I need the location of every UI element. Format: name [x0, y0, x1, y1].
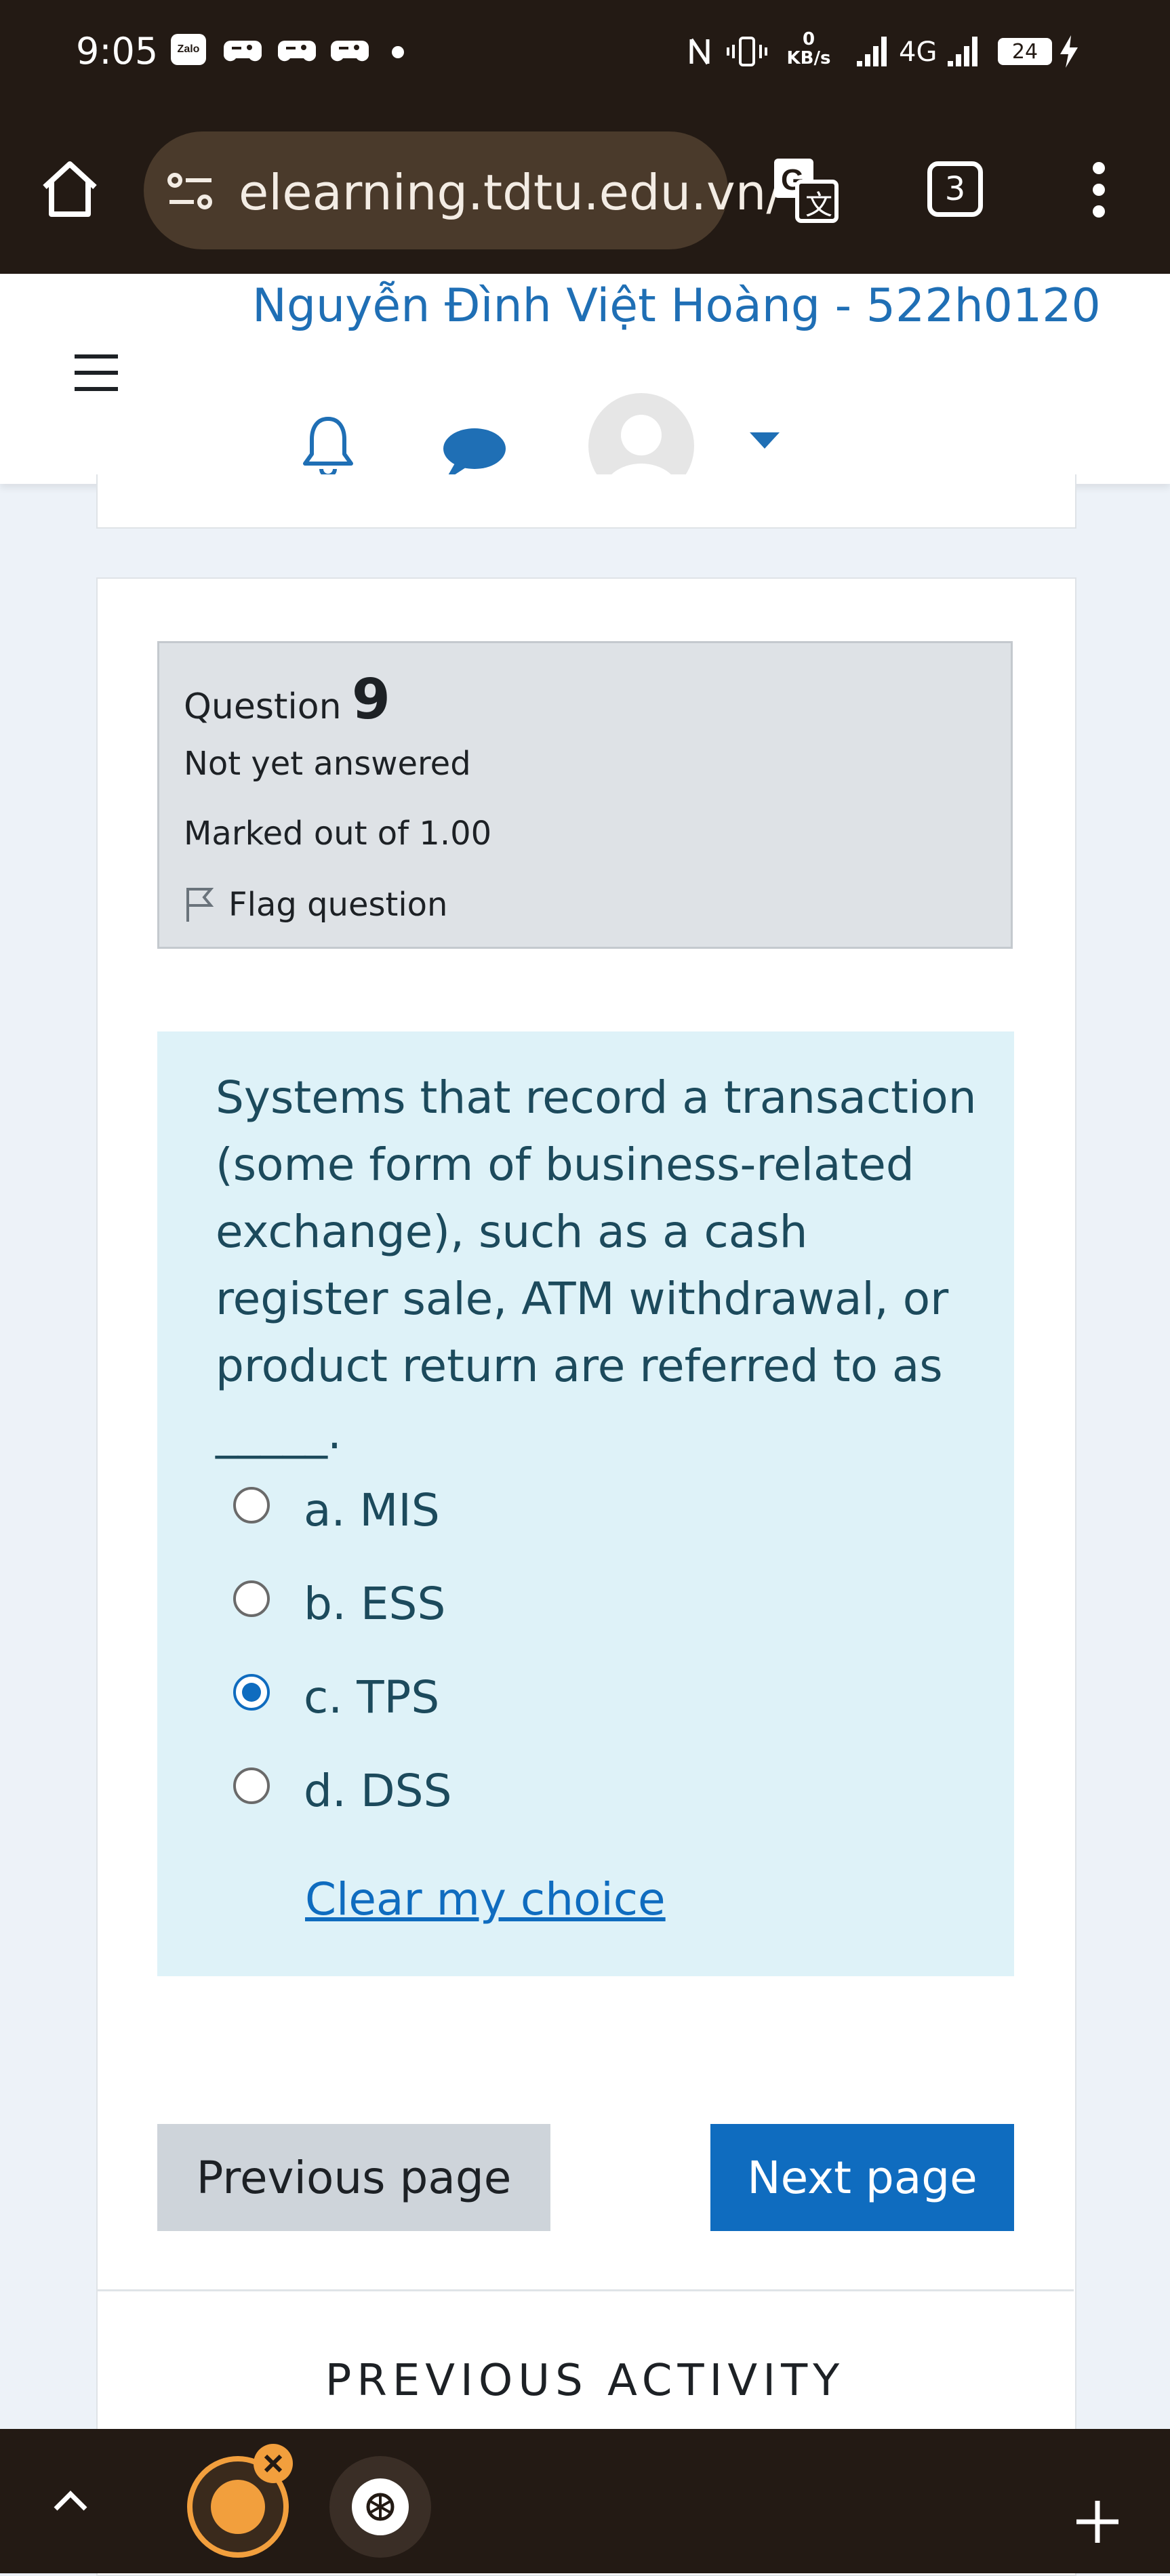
status-time: 9:05 — [76, 30, 159, 73]
moodle-logo-icon — [211, 2480, 265, 2534]
site-settings-icon[interactable] — [167, 171, 216, 211]
more-notifications-dot-icon — [392, 46, 404, 58]
chevron-up-icon[interactable] — [53, 2489, 88, 2512]
hamburger-menu-icon[interactable] — [73, 352, 121, 393]
signal-icon — [948, 37, 977, 66]
question-label: Question — [184, 687, 342, 727]
option-a-radio[interactable] — [233, 1487, 270, 1524]
chevron-down-icon[interactable] — [748, 430, 781, 450]
previous-page-button[interactable]: Previous page — [157, 2124, 550, 2231]
chatgpt-logo-icon — [352, 2478, 409, 2535]
game-controller-icon — [224, 41, 262, 62]
game-controller-icon — [278, 41, 316, 62]
next-page-button[interactable]: Next page — [710, 2124, 1014, 2231]
divider — [96, 2289, 1074, 2291]
user-name[interactable]: Nguyễn Đình Việt Hoàng - 522h0120 — [252, 279, 1101, 333]
flag-question-label: Flag question — [228, 886, 448, 924]
option-a-label[interactable]: a. MIS — [304, 1484, 440, 1536]
option-b-radio[interactable] — [233, 1580, 270, 1617]
nfc-icon — [689, 38, 710, 65]
plus-icon[interactable] — [1074, 2498, 1121, 2546]
translate-icon[interactable]: G文 — [771, 156, 839, 224]
option-b-label[interactable]: b. ESS — [304, 1578, 445, 1630]
charging-icon — [1060, 35, 1078, 68]
question-text: Systems that record a transaction (some … — [216, 1071, 977, 1459]
question-number: 9 — [351, 668, 390, 732]
previous-activity-heading[interactable]: PREVIOUS ACTIVITY — [96, 2356, 1074, 2406]
option-d-label[interactable]: d. DSS — [304, 1765, 451, 1817]
flag-icon — [186, 888, 214, 922]
flag-question-button[interactable]: Flag question — [184, 884, 447, 924]
option-d-radio[interactable] — [233, 1767, 270, 1804]
question-state: Not yet answered — [184, 745, 471, 783]
close-bubble-icon[interactable] — [254, 2444, 293, 2483]
browser-chrome: 9:05 Zalo 0 KB/s 4G 24 elearning.tdtu.ed… — [0, 0, 1170, 274]
tab-switcher-button[interactable]: 3 — [927, 161, 983, 217]
previous-card-edge — [96, 474, 1076, 529]
battery-icon: 24 — [998, 38, 1052, 65]
battery-level: 24 — [1011, 39, 1038, 64]
question-marks: Marked out of 1.00 — [184, 815, 492, 853]
question-info: Question 9 Not yet answered Marked out o… — [157, 641, 1013, 949]
bottom-toolbar — [0, 2429, 1170, 2573]
option-c-label[interactable]: c. TPS — [304, 1671, 439, 1723]
signal-icon — [857, 37, 887, 66]
notification-bell-icon[interactable] — [301, 415, 355, 477]
network-speed-value: 0 — [802, 29, 815, 49]
network-type: 4G — [899, 37, 937, 68]
chatgpt-app-icon[interactable] — [329, 2456, 431, 2558]
tab-count: 3 — [944, 170, 966, 208]
url-text[interactable]: elearning.tdtu.edu.vn/ — [239, 164, 783, 221]
zalo-icon: Zalo — [171, 34, 206, 65]
question-number-line: Question 9 — [184, 668, 390, 732]
clear-choice-link[interactable]: Clear my choice — [305, 1873, 666, 1925]
svg-text:文: 文 — [805, 190, 832, 220]
close-icon — [264, 2454, 283, 2473]
network-speed-unit: KB/s — [786, 48, 831, 68]
network-speed: 0 KB/s — [785, 30, 832, 68]
game-controller-icon — [331, 41, 369, 62]
vibrate-icon — [727, 37, 767, 66]
option-c-radio[interactable] — [233, 1674, 270, 1711]
home-icon[interactable] — [39, 160, 100, 218]
overflow-menu-icon[interactable] — [1087, 161, 1110, 218]
